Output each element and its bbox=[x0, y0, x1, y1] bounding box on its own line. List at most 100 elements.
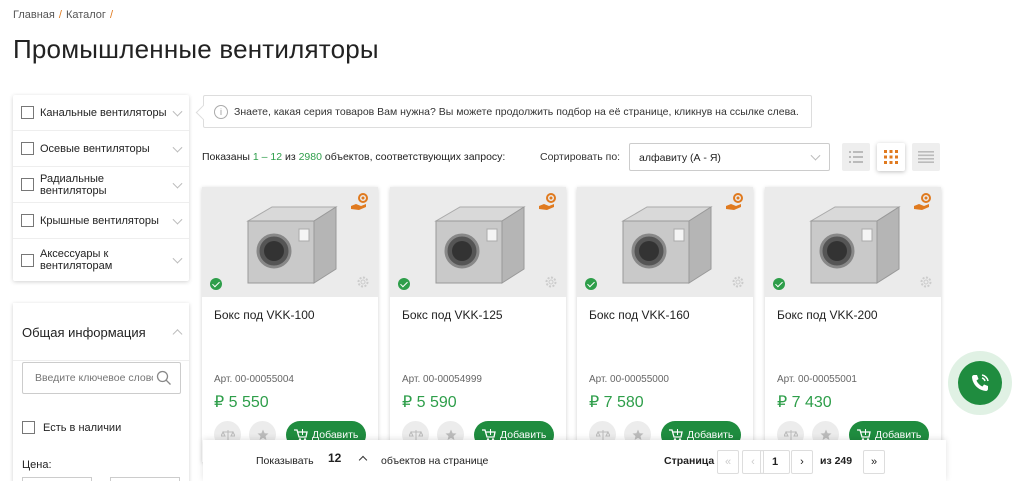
star-icon bbox=[632, 429, 643, 440]
scales-icon bbox=[595, 429, 610, 440]
scales-icon bbox=[220, 429, 235, 440]
price-from-input[interactable] bbox=[22, 477, 92, 481]
product-card[interactable]: Бокс под VKK-160 Арт. 00-00055000 ₽ 7 58… bbox=[577, 187, 753, 462]
in-stock-icon bbox=[210, 278, 222, 290]
service-hand-icon bbox=[726, 193, 743, 210]
product-card[interactable]: Бокс под VKK-200 Арт. 00-00055001 ₽ 7 43… bbox=[765, 187, 941, 462]
results-prefix: Показаны bbox=[202, 151, 250, 163]
category-checkbox[interactable] bbox=[21, 214, 34, 227]
service-hand-icon bbox=[539, 193, 556, 210]
chevron-down-icon[interactable] bbox=[172, 214, 183, 225]
chevron-down-icon bbox=[810, 150, 821, 161]
results-range: 1 – 12 bbox=[252, 151, 283, 163]
results-of: из bbox=[284, 151, 296, 163]
page-title: Промышленные вентиляторы bbox=[13, 34, 379, 64]
category-label: Канальные вентиляторы bbox=[40, 106, 167, 119]
callback-widget[interactable] bbox=[948, 351, 1012, 415]
per-page-suffix: объектов на странице bbox=[381, 455, 489, 467]
table-icon bbox=[918, 151, 934, 163]
in-stock-label: Есть в наличии bbox=[43, 421, 122, 434]
info-icon: i bbox=[214, 104, 228, 119]
results-summary: Показаны 1 – 12 из 2980 объектов, соотве… bbox=[202, 151, 505, 163]
per-page-label: Показывать bbox=[256, 455, 314, 467]
breadcrumb: Главная / Каталог / bbox=[13, 9, 117, 21]
chevron-up-icon[interactable] bbox=[172, 328, 183, 339]
in-stock-checkbox[interactable] bbox=[22, 421, 35, 434]
general-info-header[interactable]: Общая информация bbox=[13, 303, 189, 361]
page-label: Страница bbox=[664, 455, 715, 467]
next-page-button[interactable]: › bbox=[791, 450, 813, 474]
grid-icon bbox=[884, 150, 898, 164]
service-hand-icon bbox=[914, 193, 931, 210]
category-item-roof[interactable]: Крышные вентиляторы bbox=[13, 203, 189, 239]
chevron-down-icon[interactable] bbox=[172, 178, 183, 189]
category-label: Крышные вентиляторы bbox=[40, 214, 159, 227]
service-hand-icon bbox=[351, 193, 368, 210]
star-icon bbox=[820, 429, 831, 440]
fan-box-image bbox=[246, 206, 338, 284]
category-item-axial[interactable]: Осевые вентиляторы bbox=[13, 131, 189, 167]
first-page-button[interactable]: « bbox=[717, 450, 739, 474]
category-item-duct[interactable]: Канальные вентиляторы bbox=[13, 95, 189, 131]
product-image[interactable] bbox=[202, 187, 378, 297]
in-stock-icon bbox=[585, 278, 597, 290]
chevron-down-icon[interactable] bbox=[172, 142, 183, 153]
product-article: Арт. 00-00054999 bbox=[402, 374, 482, 385]
sort-select[interactable]: алфавиту (А - Я) bbox=[629, 143, 830, 171]
fan-box-image bbox=[434, 206, 526, 284]
gear-icon bbox=[920, 276, 932, 288]
breadcrumb-catalog[interactable]: Каталог bbox=[66, 9, 106, 21]
total-pages: из 249 bbox=[820, 455, 853, 467]
callback-button[interactable] bbox=[958, 361, 1002, 405]
results-suffix: объектов, соответствующих запросу: bbox=[324, 151, 506, 163]
view-list-button[interactable] bbox=[842, 143, 870, 171]
phone-icon bbox=[972, 374, 989, 391]
per-page-select[interactable]: 12 bbox=[328, 451, 341, 465]
product-image[interactable] bbox=[390, 187, 566, 297]
product-name[interactable]: Бокс под VKK-125 bbox=[402, 308, 503, 322]
product-card[interactable]: Бокс под VKK-125 Арт. 00-00054999 ₽ 5 59… bbox=[390, 187, 566, 462]
chevron-down-icon[interactable] bbox=[172, 253, 183, 264]
category-item-accessories[interactable]: Аксессуары к вентиляторам bbox=[13, 239, 189, 281]
gear-icon bbox=[357, 276, 369, 288]
keyword-search-input[interactable] bbox=[23, 363, 153, 393]
category-checkbox[interactable] bbox=[21, 178, 34, 191]
sort-label: Сортировать по: bbox=[540, 151, 621, 163]
category-label: Аксессуары к вентиляторам bbox=[40, 248, 113, 272]
scales-icon bbox=[408, 429, 423, 440]
in-stock-icon bbox=[398, 278, 410, 290]
category-checkbox[interactable] bbox=[21, 253, 34, 267]
product-price: ₽ 5 550 bbox=[214, 394, 269, 411]
price-to-input[interactable] bbox=[110, 477, 180, 481]
category-checkbox[interactable] bbox=[21, 142, 34, 155]
in-stock-filter[interactable]: Есть в наличии bbox=[22, 421, 121, 434]
category-checkbox[interactable] bbox=[21, 106, 34, 119]
category-item-radial[interactable]: Радиальные вентиляторы bbox=[13, 167, 189, 203]
chevron-down-icon[interactable] bbox=[172, 106, 183, 117]
series-tip: i Знаете, какая серия товаров Вам нужна?… bbox=[203, 95, 812, 128]
search-icon[interactable] bbox=[156, 370, 172, 386]
fan-box-image bbox=[809, 206, 901, 284]
product-price: ₽ 7 430 bbox=[777, 394, 832, 411]
product-name[interactable]: Бокс под VKK-200 bbox=[777, 308, 878, 322]
list-icon bbox=[849, 151, 863, 163]
current-page-input[interactable]: 1 bbox=[760, 450, 790, 474]
category-filter: Канальные вентиляторы Осевые вентиляторы… bbox=[13, 95, 189, 281]
product-card[interactable]: Бокс под VKK-100 Арт. 00-00055004 ₽ 5 55… bbox=[202, 187, 378, 462]
product-name[interactable]: Бокс под VKK-100 bbox=[214, 308, 315, 322]
general-info-title: Общая информация bbox=[22, 325, 146, 340]
general-info-filter: Общая информация Есть в наличии Цена: bbox=[13, 303, 189, 481]
product-name[interactable]: Бокс под VKK-160 bbox=[589, 308, 690, 322]
chevron-up-icon[interactable] bbox=[358, 455, 368, 465]
tip-text: Знаете, какая серия товаров Вам нужна? В… bbox=[234, 105, 799, 118]
gear-icon bbox=[732, 276, 744, 288]
view-grid-button[interactable] bbox=[877, 143, 905, 171]
product-image[interactable] bbox=[765, 187, 941, 297]
view-table-button[interactable] bbox=[912, 143, 940, 171]
product-image[interactable] bbox=[577, 187, 753, 297]
star-icon bbox=[257, 429, 268, 440]
gear-icon bbox=[545, 276, 557, 288]
last-page-button[interactable]: » bbox=[863, 450, 885, 474]
sort-value: алфавиту (А - Я) bbox=[639, 152, 721, 164]
breadcrumb-home[interactable]: Главная bbox=[13, 9, 55, 21]
